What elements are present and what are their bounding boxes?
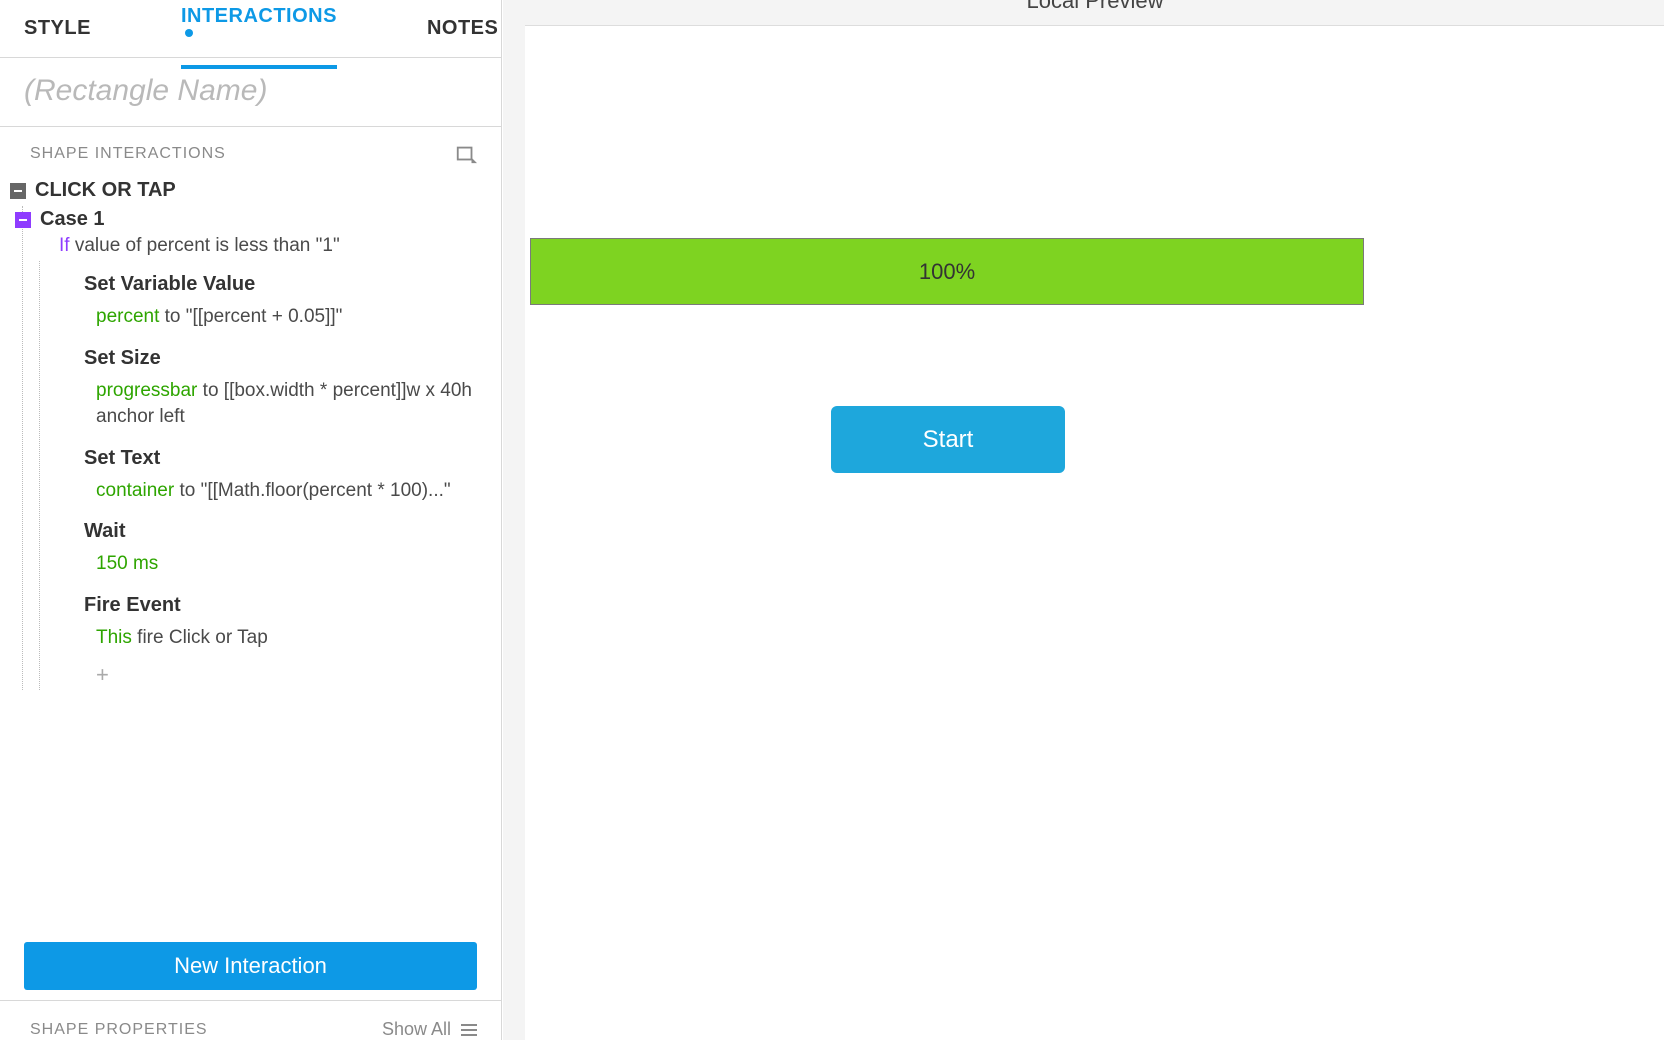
case-condition[interactable]: If value of percent is less than "1": [23, 231, 501, 261]
interactions-tree: CLICK OR TAP Case 1 If value of percent …: [0, 169, 501, 924]
action-detail[interactable]: This fire Click or Tap: [40, 621, 501, 656]
event-click-or-tap[interactable]: CLICK OR TAP: [10, 175, 501, 206]
collapse-icon[interactable]: [15, 212, 31, 228]
action-rest: to "[[percent + 0.05]]": [159, 306, 342, 327]
action-title[interactable]: Fire Event: [40, 582, 501, 621]
action-rest: fire Click or Tap: [132, 627, 268, 648]
progress-text: 100%: [919, 259, 975, 285]
collapse-icon[interactable]: [10, 183, 26, 199]
case-label: Case 1: [40, 208, 105, 231]
condition-text: value of percent is less than "1": [75, 235, 340, 256]
show-all-toggle[interactable]: Show All: [382, 1019, 477, 1040]
case-row[interactable]: Case 1: [23, 206, 501, 231]
tab-interactions-label: INTERACTIONS: [181, 5, 337, 27]
action-target: container: [96, 480, 174, 501]
action-title[interactable]: Set Text: [40, 435, 501, 474]
tab-notes[interactable]: NOTES: [427, 3, 498, 54]
menu-icon: [461, 1024, 477, 1036]
action-target: 150 ms: [96, 553, 158, 574]
shape-properties-label: SHAPE PROPERTIES: [30, 1021, 208, 1039]
action-title[interactable]: Set Size: [40, 335, 501, 374]
inspector-panel: STYLE INTERACTIONS NOTES SHAPE INTERACTI…: [0, 0, 502, 1040]
shape-name-input[interactable]: [24, 74, 477, 108]
preview-header-label: Local Preview: [1027, 0, 1164, 13]
new-interaction-button[interactable]: New Interaction: [24, 942, 477, 990]
start-button[interactable]: Start: [831, 406, 1065, 473]
preview-gutter: [503, 0, 525, 1040]
create-link-icon[interactable]: [455, 143, 477, 165]
add-action-button[interactable]: +: [40, 656, 501, 688]
event-label: CLICK OR TAP: [35, 179, 176, 202]
tab-interactions[interactable]: INTERACTIONS: [181, 0, 337, 69]
tabs: STYLE INTERACTIONS NOTES: [0, 0, 501, 58]
shape-properties-header: SHAPE PROPERTIES Show All: [0, 1000, 501, 1040]
action-detail[interactable]: progressbar to [[box.width * percent]]w …: [40, 374, 501, 435]
action-target: This: [96, 627, 132, 648]
action-title[interactable]: Wait: [40, 508, 501, 547]
action-target: progressbar: [96, 380, 197, 401]
preview-header-bar: Local Preview: [525, 0, 1664, 26]
shape-interactions-header: SHAPE INTERACTIONS: [0, 127, 501, 169]
shape-interactions-label: SHAPE INTERACTIONS: [30, 145, 226, 163]
action-detail[interactable]: 150 ms: [40, 547, 501, 582]
if-keyword: If: [59, 235, 70, 256]
action-title[interactable]: Set Variable Value: [40, 261, 501, 300]
preview-canvas: 100% Start: [525, 27, 1664, 1040]
action-target: percent: [96, 306, 159, 327]
action-rest: to "[[Math.floor(percent * 100)...": [174, 480, 450, 501]
tab-style[interactable]: STYLE: [24, 3, 91, 54]
progress-bar: 100%: [530, 238, 1364, 305]
interactions-indicator-dot: [185, 29, 193, 37]
action-detail[interactable]: percent to "[[percent + 0.05]]": [40, 300, 501, 335]
action-detail[interactable]: container to "[[Math.floor(percent * 100…: [40, 474, 501, 509]
show-all-label: Show All: [382, 1019, 451, 1040]
